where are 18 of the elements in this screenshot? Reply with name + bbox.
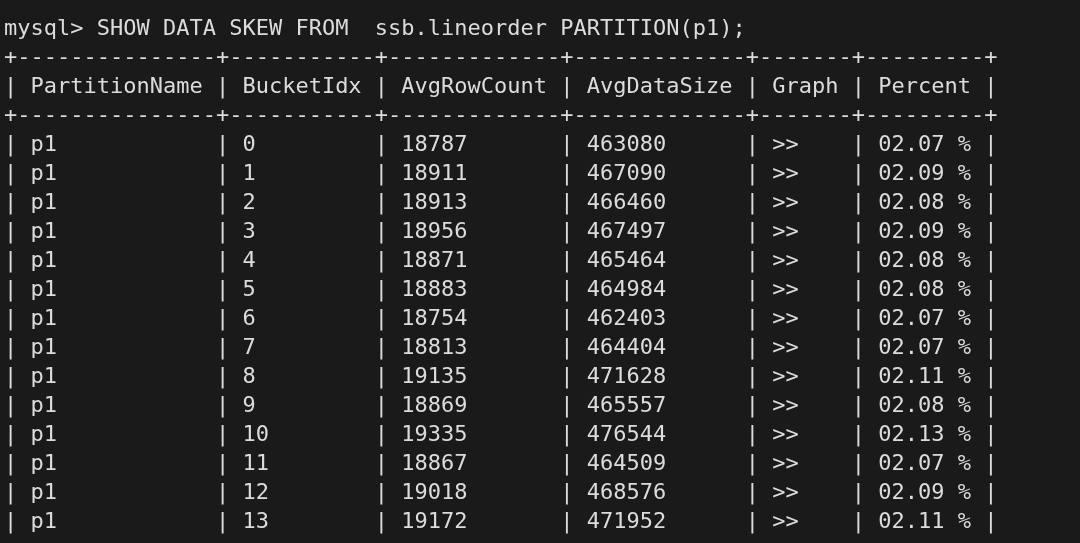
output-line: | PartitionName | BucketIdx | AvgRowCount | AvgDataSize | Graph | Percent | (4, 72, 998, 100)
output-line: +---------------+-----------+-------------+-------------+-------+---------+ (4, 101, 998, 129)
output-line: | p1 | 0 | 18787 | 463080 | >> | 02.07 % | (4, 130, 998, 158)
output-line: | p1 | 1 | 18911 | 467090 | >> | 02.09 % | (4, 159, 998, 187)
command-line: mysql> SHOW DATA SKEW FROM ssb.lineorder PARTITION(p1); (4, 14, 746, 42)
output-line: | p1 | 4 | 18871 | 465464 | >> | 02.08 % | (4, 246, 998, 274)
output-line: | p1 | 2 | 18913 | 466460 | >> | 02.08 % | (4, 188, 998, 216)
output-line: | p1 | 12 | 19018 | 468576 | >> | 02.09 % | (4, 478, 998, 506)
output-line: | p1 | 7 | 18813 | 464404 | >> | 02.07 % | (4, 333, 998, 361)
output-line: | p1 | 9 | 18869 | 465557 | >> | 02.08 % | (4, 391, 998, 419)
output-line: | p1 | 3 | 18956 | 467497 | >> | 02.09 % | (4, 217, 998, 245)
output-line: | p1 | 11 | 18867 | 464509 | >> | 02.07 % | (4, 449, 998, 477)
output-line: | p1 | 10 | 19335 | 476544 | >> | 02.13 % | (4, 420, 998, 448)
output-line: | p1 | 8 | 19135 | 471628 | >> | 02.11 % | (4, 362, 998, 390)
output-line: | p1 | 13 | 19172 | 471952 | >> | 02.11 % | (4, 507, 998, 535)
output-line: +---------------+-----------+-------------+-------------+-------+---------+ (4, 43, 998, 71)
output-line: | p1 | 5 | 18883 | 464984 | >> | 02.08 % | (4, 275, 998, 303)
output-line: | p1 | 6 | 18754 | 462403 | >> | 02.07 % | (4, 304, 998, 332)
